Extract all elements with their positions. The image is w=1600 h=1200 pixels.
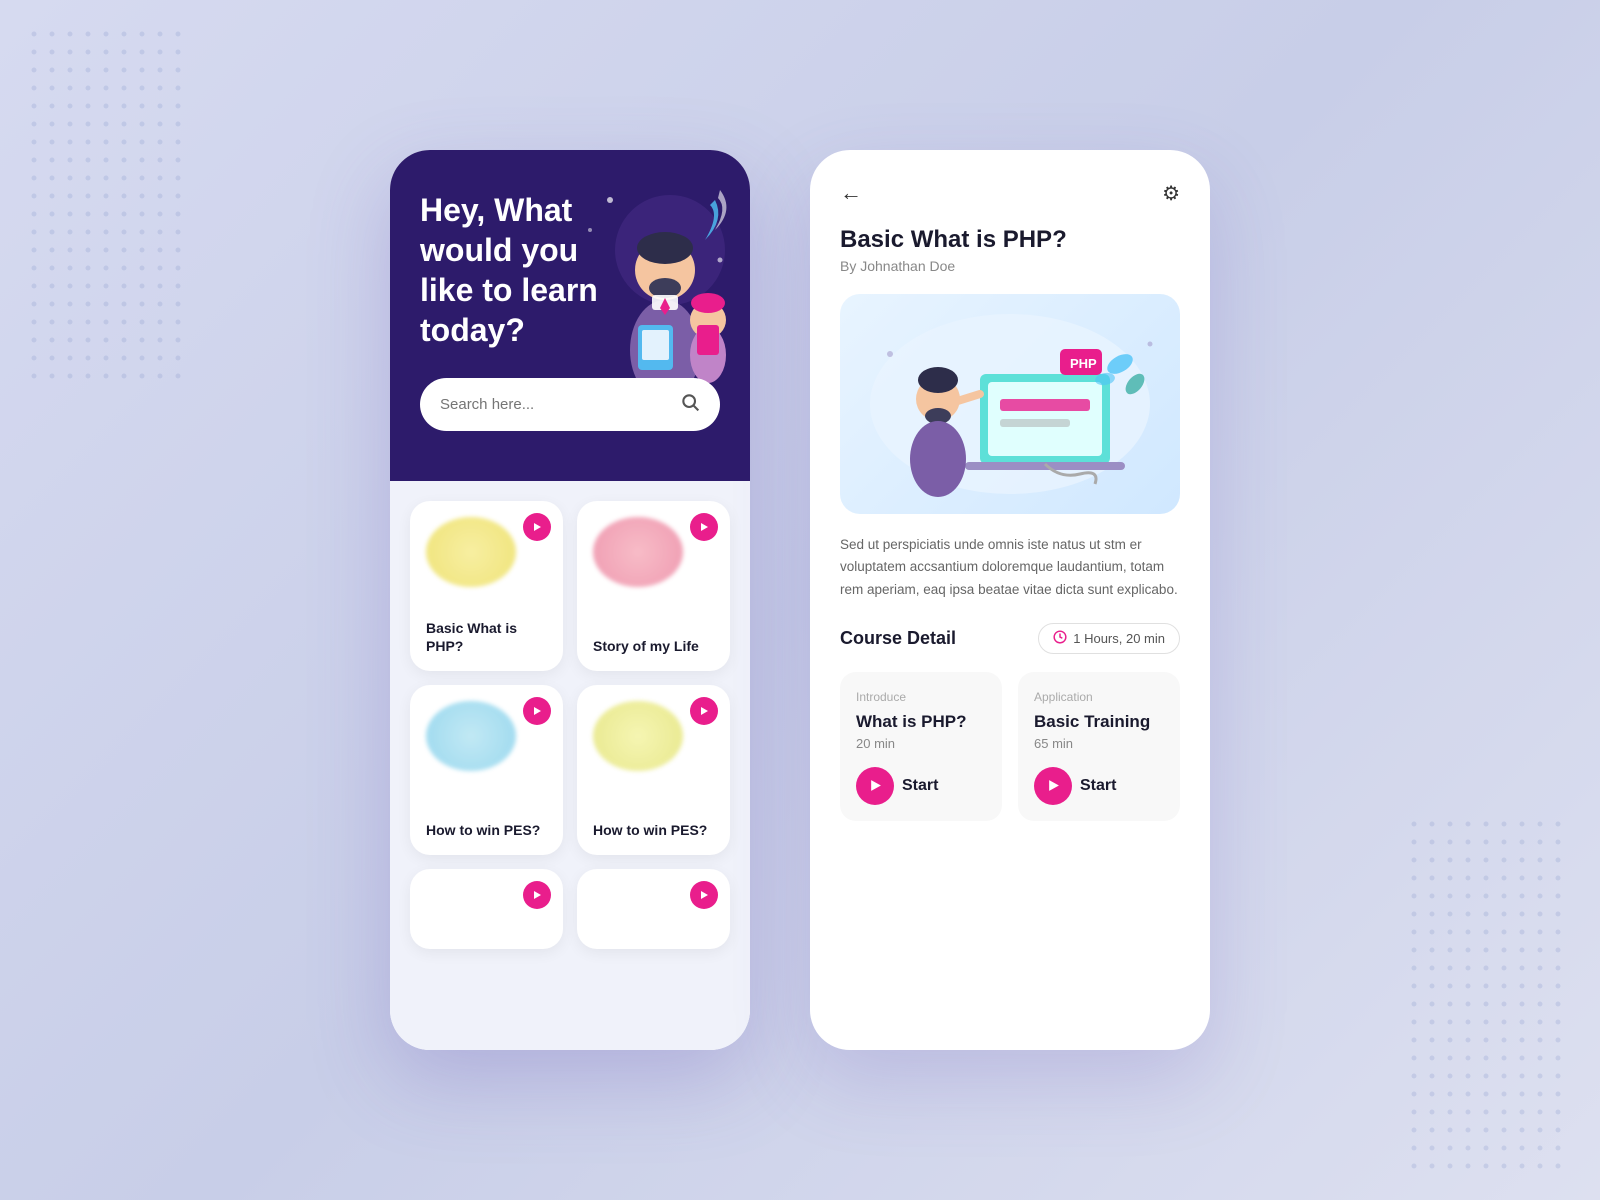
search-icon xyxy=(680,392,700,417)
module-type-1: Introduce xyxy=(856,690,986,704)
back-button[interactable]: ← xyxy=(840,180,862,206)
course-detail-label: Course Detail xyxy=(840,628,956,649)
play-button-5[interactable] xyxy=(523,881,551,909)
modules-grid: Introduce What is PHP? 20 min Start Appl… xyxy=(840,672,1180,821)
module-name-1: What is PHP? xyxy=(856,712,986,732)
left-phone-header: Hey, What would you like to learn today? xyxy=(390,150,750,481)
clock-icon xyxy=(1053,630,1067,647)
course-card-1[interactable]: Basic What is PHP? xyxy=(410,501,563,671)
right-phone: ← ⚙ Basic What is PHP? By Johnathan Doe xyxy=(810,150,1210,1050)
blob-yellow-1 xyxy=(426,517,516,587)
card-title-2: Story of my Life xyxy=(593,637,714,655)
module-card-2: Application Basic Training 65 min Start xyxy=(1018,672,1180,821)
left-phone: Hey, What would you like to learn today? xyxy=(390,150,750,1050)
bottom-partial-cards xyxy=(410,869,730,949)
course-card-3[interactable]: How to win PES? xyxy=(410,685,563,855)
courses-grid: Basic What is PHP? Story of my Life xyxy=(410,501,730,855)
course-author: By Johnathan Doe xyxy=(840,258,1180,274)
play-button-1[interactable] xyxy=(523,513,551,541)
gear-icon[interactable]: ⚙ xyxy=(1162,181,1180,206)
blob-blue-1 xyxy=(426,701,516,771)
start-button-1[interactable]: Start xyxy=(856,767,986,805)
module-duration-1: 20 min xyxy=(856,736,986,751)
partial-card-1 xyxy=(410,869,563,949)
search-bar[interactable] xyxy=(420,378,720,431)
course-detail-header: Course Detail 1 Hours, 20 min xyxy=(840,623,1180,654)
course-illustration: PHP xyxy=(840,294,1180,514)
course-card-2[interactable]: Story of my Life xyxy=(577,501,730,671)
svg-text:PHP: PHP xyxy=(1070,356,1097,371)
search-input[interactable] xyxy=(440,396,680,413)
module-name-2: Basic Training xyxy=(1034,712,1164,732)
play-button-6[interactable] xyxy=(690,881,718,909)
left-phone-heading: Hey, What would you like to learn today? xyxy=(420,190,610,350)
left-phone-content: Basic What is PHP? Story of my Life xyxy=(390,481,750,1050)
module-type-2: Application xyxy=(1034,690,1164,704)
course-card-4[interactable]: How to win PES? xyxy=(577,685,730,855)
course-description: Sed ut perspiciatis unde omnis iste natu… xyxy=(840,534,1180,601)
play-button-3[interactable] xyxy=(523,697,551,725)
start-button-2[interactable]: Start xyxy=(1034,767,1164,805)
blob-yellow-2 xyxy=(593,701,683,771)
start-label-2: Start xyxy=(1080,777,1116,795)
partial-card-2 xyxy=(577,869,730,949)
blob-pink-1 xyxy=(593,517,683,587)
duration-badge: 1 Hours, 20 min xyxy=(1038,623,1180,654)
card-title-3: How to win PES? xyxy=(426,821,547,839)
right-phone-header: ← ⚙ xyxy=(840,180,1180,206)
module-card-1: Introduce What is PHP? 20 min Start xyxy=(840,672,1002,821)
module-duration-2: 65 min xyxy=(1034,736,1164,751)
course-title: Basic What is PHP? xyxy=(840,226,1180,254)
play-circle-1 xyxy=(856,767,894,805)
play-button-2[interactable] xyxy=(690,513,718,541)
card-title-1: Basic What is PHP? xyxy=(426,619,547,655)
start-label-1: Start xyxy=(902,777,938,795)
duration-text: 1 Hours, 20 min xyxy=(1073,631,1165,646)
card-title-4: How to win PES? xyxy=(593,821,714,839)
play-circle-2 xyxy=(1034,767,1072,805)
phones-container: Hey, What would you like to learn today? xyxy=(390,150,1210,1050)
play-button-4[interactable] xyxy=(690,697,718,725)
